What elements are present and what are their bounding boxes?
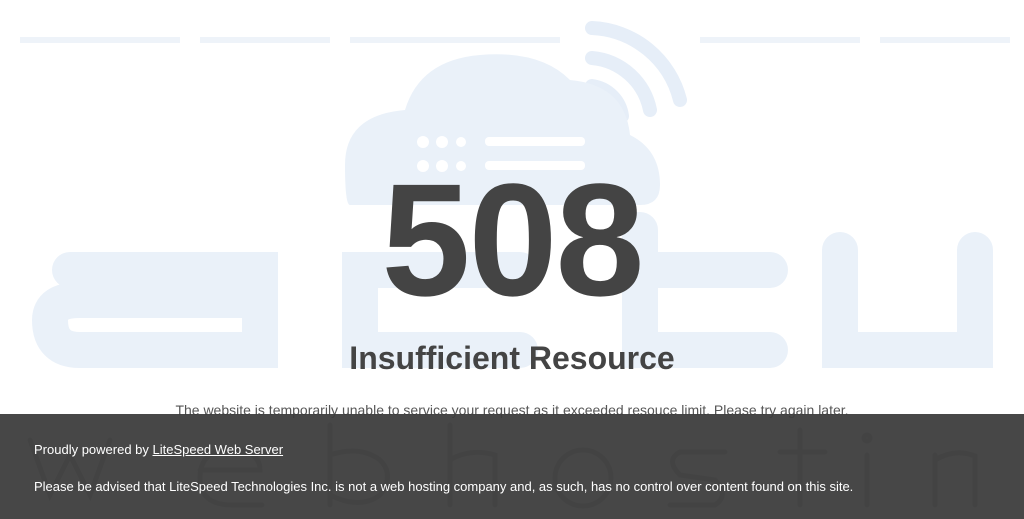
error-title: Insufficient Resource xyxy=(349,340,675,376)
error-page: 508 Insufficient Resource The website is… xyxy=(0,0,1024,519)
error-code: 508 xyxy=(381,150,645,329)
footer-bar: Proudly powered by LiteSpeed Web Server … xyxy=(0,414,1024,519)
disclaimer-text: Please be advised that LiteSpeed Technol… xyxy=(34,479,854,494)
litespeed-link[interactable]: LiteSpeed Web Server xyxy=(153,442,284,457)
powered-by-line: Proudly powered by LiteSpeed Web Server xyxy=(34,442,283,457)
powered-by-prefix: Proudly powered by xyxy=(34,442,153,457)
